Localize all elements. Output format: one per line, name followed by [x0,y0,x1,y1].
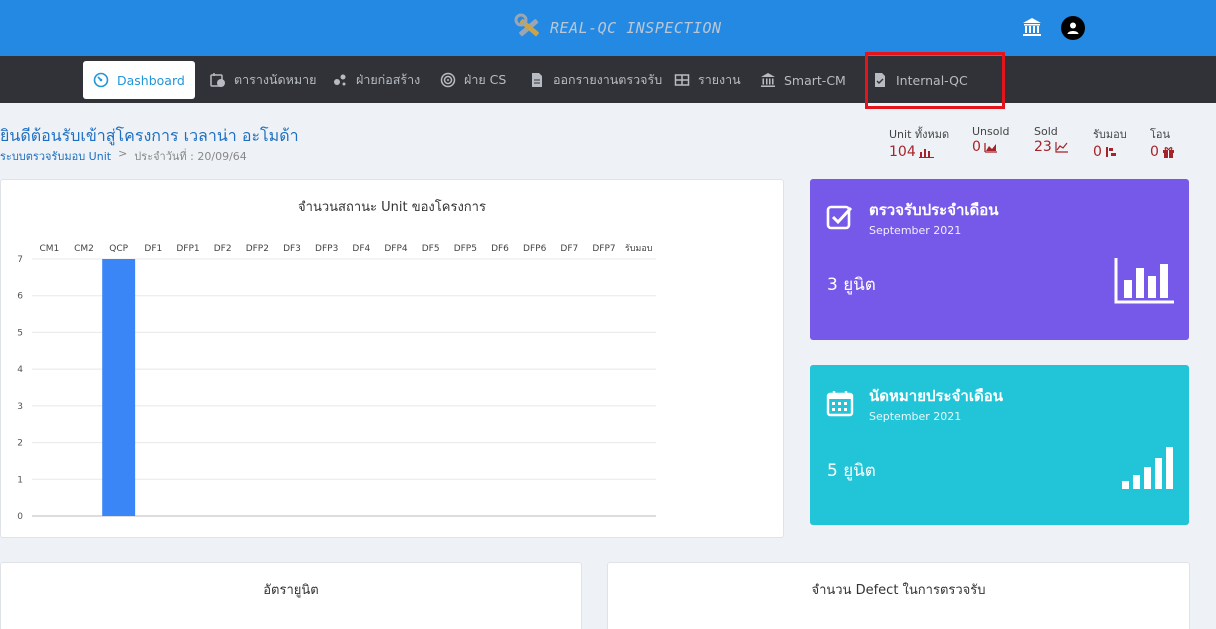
stat-value: 104 [889,144,916,160]
breadcrumb: ระบบตรวจรับมอบ Unit > ประจำวันที่ : 20/0… [0,147,247,165]
y-tick-label: 3 [17,402,23,412]
unit-status-chart-panel: จำนวนสถานะ Unit ของโครงการ 0 1 2 3 4 5 6 7 CM1 CM… [0,179,784,538]
stat-value: 0 [972,139,981,155]
x-tick-label: QCP [109,244,128,254]
checkbox-icon [826,205,853,230]
nav-label: ตารางนัดหมาย [234,72,317,87]
monthly-inspection-card[interactable]: ตรวจรับประจำเดือน September 2021 3 ยูนิต [810,179,1189,340]
breadcrumb-separator: > [118,147,128,160]
stat-sold: Sold 23 [1034,125,1069,155]
bar-qcp [102,259,136,516]
nav-item-reports[interactable]: รายงาน [674,61,741,99]
nav-label: Smart-CM [784,72,846,88]
stat-value: 0 [1093,144,1102,160]
x-tick-label: DF3 [283,244,301,254]
area-chart-icon [984,143,997,153]
nav-label: ฝ่ายก่อสร้าง [356,72,421,87]
defect-count-panel: จำนวน Defect ในการตรวจรับ [607,562,1190,629]
stat-label: โอน [1150,128,1171,141]
x-tick-label: DFP1 [176,244,199,254]
x-tick-label: DFP2 [246,244,269,254]
card-subtitle: September 2021 [869,410,962,423]
nav-item-schedule[interactable]: ตารางนัดหมาย [210,61,316,99]
x-tick-label: DF6 [491,244,509,254]
stat-value: 23 [1034,139,1052,155]
handover-icon [1105,147,1116,157]
panel-title: อัตรายูนิต [263,583,319,598]
nav-label: รายงาน [698,72,741,87]
nav-item-construction[interactable]: ฝ่ายก่อสร้าง [332,61,420,99]
x-tick-label: DF2 [214,244,232,254]
x-tick-label: DFP6 [523,244,547,254]
top-header: REAL-QC INSPECTION [0,0,1216,56]
stat-label: Unsold [972,125,1010,138]
bar-chart-icon [1114,258,1174,304]
construction-icon [334,74,346,86]
nav-item-report-inspection[interactable]: ออกรายงานตรวจรับ [529,61,662,99]
x-tick-label: DF5 [422,244,440,254]
stat-total-units: Unit ทั้งหมด 104 [889,125,949,160]
panel-title: จำนวน Defect ในการตรวจรับ [811,583,986,598]
x-tick-label: DFP5 [454,244,477,254]
dashboard-gauge-icon [93,72,109,88]
card-title: ตรวจรับประจำเดือน [869,201,999,219]
bank-icon [761,73,775,87]
y-tick-label: 6 [17,292,23,302]
y-tick-label: 1 [17,475,23,485]
stat-value: 0 [1150,144,1159,160]
x-tick-label: DF4 [352,244,370,254]
stat-label: Sold [1034,125,1058,138]
stat-handover: รับมอบ 0 [1093,125,1127,160]
y-tick-label: 2 [17,439,23,449]
line-chart-icon [1055,142,1068,153]
nav-item-dashboard[interactable]: Dashboard [83,61,195,99]
app-title: REAL-QC INSPECTION [550,19,722,37]
unit-rate-panel: อัตรายูนิต [0,562,582,629]
page-title: ยินดีต้อนรับเข้าสู่โครงการ เวลาน่า อะโมด… [0,126,299,145]
monthly-appointment-card[interactable]: นัดหมายประจำเดือน September 2021 5 ยูนิต [810,365,1189,525]
y-tick-label: 7 [17,255,23,265]
unit-status-chart: 0 1 2 3 4 5 6 7 CM1 CM2 QCP DF1 DFP1 DF2 DFP2 DF3 DFP3 DF… [17,244,656,522]
y-tick-label: 4 [17,365,23,375]
x-tick-label: DF7 [560,244,578,254]
x-tick-label: รับมอบ [625,244,653,254]
x-tick-label: DFP7 [592,244,615,254]
card-count: 3 ยูนิต [827,275,876,295]
target-icon [440,72,456,88]
stat-label: รับมอบ [1093,128,1127,141]
app-logo[interactable]: REAL-QC INSPECTION [514,12,722,44]
x-tick-label: DF1 [144,244,162,254]
x-tick-label: DFP4 [384,244,408,254]
card-title: นัดหมายประจำเดือน [869,387,1003,405]
main-nav: Dashboard ตารางนัดหมาย ฝ่ายก่อสร้าง ฝ่าย… [0,56,1216,103]
document-icon [532,73,542,87]
tools-icon [514,13,539,37]
nav-item-cs[interactable]: ฝ่าย CS [440,61,506,99]
nav-label: Dashboard [117,72,185,88]
x-tick-label: CM2 [74,244,94,254]
highlight-annotation [865,52,1005,109]
stat-unsold: Unsold 0 [972,125,1010,155]
stat-transfer: โอน 0 [1150,125,1175,160]
gift-icon [1162,147,1174,158]
card-subtitle: September 2021 [869,224,962,237]
calendar-icon [826,391,854,417]
calendar-clock-icon [210,73,225,87]
x-tick-label: CM1 [39,244,59,254]
table-icon [674,74,690,86]
card-count: 5 ยูนิต [827,461,876,481]
nav-label: ฝ่าย CS [464,72,507,87]
stat-label: Unit ทั้งหมด [889,128,950,141]
nav-label: ออกรายงานตรวจรับ [553,72,663,87]
bank-icon[interactable] [1022,17,1042,37]
x-tick-label: DFP3 [315,244,338,254]
y-tick-label: 0 [17,512,23,522]
signal-bars-icon [1122,447,1173,489]
bar-chart-icon [918,149,934,158]
breadcrumb-date: ประจำวันที่ : 20/09/64 [134,150,247,163]
breadcrumb-link[interactable]: ระบบตรวจรับมอบ Unit [0,147,111,165]
user-avatar-icon[interactable] [1061,16,1085,40]
y-tick-label: 5 [17,328,23,338]
nav-item-smart-cm[interactable]: Smart-CM [760,61,846,99]
